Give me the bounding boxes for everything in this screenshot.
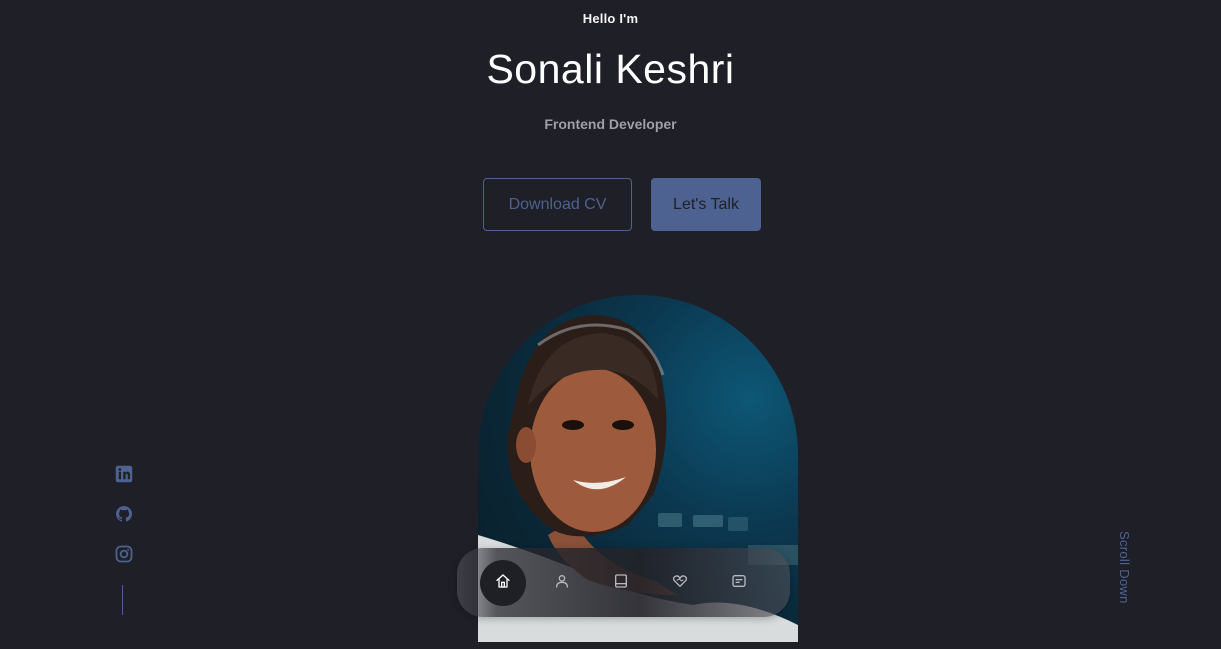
message-icon [731, 573, 747, 594]
nav-about[interactable] [539, 560, 585, 606]
book-icon [613, 573, 629, 594]
hero-greeting: Hello I'm [582, 11, 639, 26]
nav-services[interactable] [657, 560, 703, 606]
github-icon[interactable] [115, 505, 133, 523]
linkedin-icon[interactable] [115, 465, 133, 483]
home-icon [495, 573, 511, 594]
scroll-down-link[interactable]: Scroll Down [1117, 531, 1132, 604]
bottom-navbar [457, 548, 790, 617]
services-icon [672, 573, 688, 594]
social-links [114, 465, 134, 585]
instagram-icon[interactable] [115, 545, 133, 563]
social-divider-line [122, 585, 123, 615]
lets-talk-button[interactable]: Let's Talk [651, 178, 761, 231]
hero-role: Frontend Developer [544, 116, 677, 132]
nav-experience[interactable] [598, 560, 644, 606]
user-icon [554, 573, 570, 594]
nav-home[interactable] [480, 560, 526, 606]
nav-contact[interactable] [716, 560, 762, 606]
download-cv-button[interactable]: Download CV [483, 178, 632, 231]
hero-name: Sonali Keshri [486, 46, 735, 92]
